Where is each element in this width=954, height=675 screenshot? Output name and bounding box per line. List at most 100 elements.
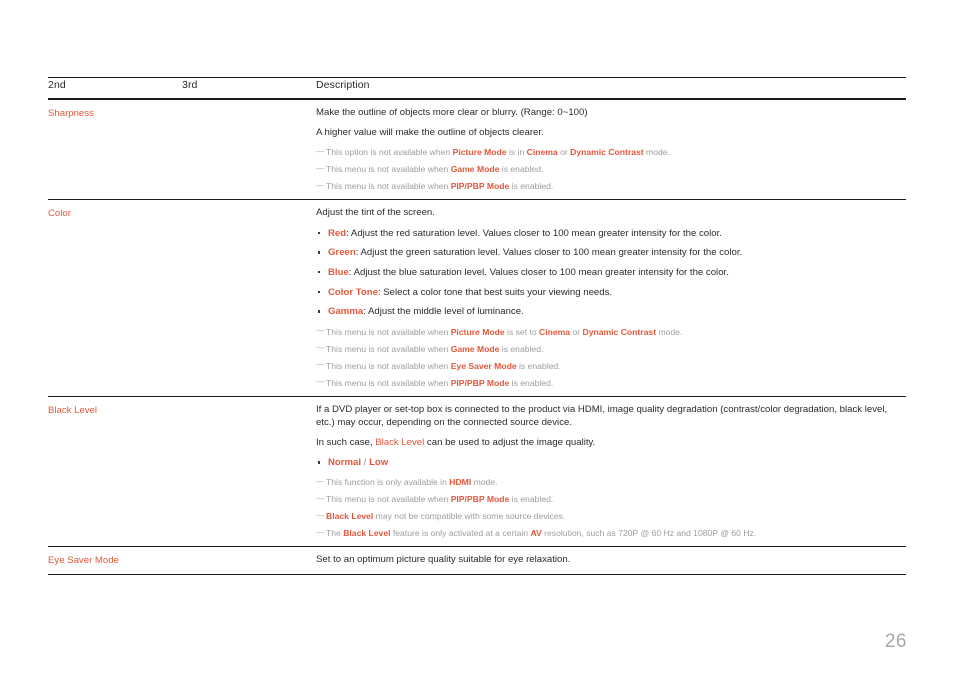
- note-item: ― This menu is not available when Picture…: [316, 325, 904, 338]
- column-header-description: Description: [316, 79, 370, 91]
- text-run: This menu is not available when: [326, 343, 451, 354]
- note-item: ― Black Level may not be compatible with …: [316, 510, 904, 522]
- column-header-3rd: 3rd: [182, 79, 198, 91]
- table-body: Sharpness Make the outline of objects mor…: [48, 99, 906, 576]
- text-run: is in: [506, 147, 527, 158]
- highlighted-term: Blue: [328, 267, 349, 279]
- text-run: : Adjust the middle level of luminance.: [363, 306, 524, 318]
- note-dash-icon: ―: [316, 526, 325, 537]
- note-dash-icon: ―: [316, 145, 325, 156]
- highlighted-term: Dynamic Contrast: [582, 326, 657, 337]
- highlighted-term: Game Mode: [450, 343, 500, 354]
- note-item: ― This function is only available in HDMI…: [316, 476, 904, 488]
- description-note-list: ― This menu is not available when Picture…: [316, 325, 904, 389]
- description-note-list: ― This option is not available when Pictu…: [316, 146, 904, 192]
- description-paragraph: If a DVD player or set-top box is connec…: [316, 403, 888, 428]
- highlighted-term: Green: [328, 247, 356, 259]
- text-run: is enabled.: [509, 494, 554, 505]
- list-item: Normal / Low: [316, 456, 904, 469]
- description-paragraph: Make the outline of objects more clear o…: [316, 107, 588, 118]
- description-bullet-list: Normal / Low: [316, 456, 904, 469]
- table-row: Black Level If a DVD player or set-top bo…: [48, 395, 906, 547]
- list-item: Blue: Adjust the blue saturation level. …: [316, 266, 904, 279]
- text-run: mode.: [471, 477, 498, 488]
- text-run: or: [570, 326, 583, 337]
- note-dash-icon: ―: [316, 325, 325, 336]
- description-paragraph: A higher value will make the outline of …: [316, 127, 544, 139]
- note-dash-icon: ―: [316, 342, 325, 353]
- highlighted-term: Gamma: [328, 306, 364, 318]
- text-run: This menu is not available when: [326, 360, 451, 371]
- highlighted-term: Cinema: [539, 326, 571, 337]
- text-run: is enabled.: [509, 377, 554, 388]
- note-item: ― This menu is not available when Game Mo…: [316, 163, 904, 175]
- text-run: This function is only available in: [326, 477, 450, 488]
- text-run: is enabled.: [516, 360, 561, 371]
- text-run: mode.: [656, 326, 683, 337]
- highlighted-term: Color Tone: [328, 286, 378, 298]
- description-paragraph: Set to an optimum picture quality suitab…: [316, 554, 571, 566]
- note-dash-icon: ―: [316, 475, 325, 486]
- page-number: 26: [884, 631, 907, 652]
- description-bullet-list: Red: Adjust the red saturation level. Va…: [316, 227, 904, 319]
- note-item: ― This menu is not available when PIP/PBP…: [316, 376, 904, 389]
- text-run: is enabled.: [499, 164, 544, 175]
- description-paragraph: Adjust the tint of the screen.: [316, 207, 435, 219]
- highlighted-term: Cinema: [526, 147, 558, 158]
- text-run: This menu is not available when: [326, 326, 451, 337]
- text-run: The: [326, 528, 344, 539]
- text-run: mode.: [643, 147, 670, 158]
- table-row: Color Adjust the tint of the screen. Red: …: [48, 199, 906, 395]
- highlighted-term: Eye Saver Mode: [450, 360, 517, 371]
- text-run: feature is only activated at a certain: [390, 528, 531, 539]
- table-header-row: 2nd 3rd Description: [48, 77, 906, 99]
- row-label: Sharpness: [48, 108, 94, 119]
- text-run: This menu is not available when: [326, 181, 451, 192]
- text-run: : Adjust the green saturation level. Val…: [355, 247, 743, 259]
- table-bottom-rule: [48, 574, 906, 576]
- highlighted-term: Picture Mode: [452, 147, 507, 158]
- table-row: Sharpness Make the outline of objects mor…: [48, 99, 906, 199]
- highlighted-term: Normal: [328, 457, 362, 469]
- highlighted-term: Black Level: [343, 528, 391, 539]
- description-paragraph: In such case, Black Level can be used to…: [316, 436, 904, 449]
- note-dash-icon: ―: [316, 359, 325, 370]
- text-run: This menu is not available when: [326, 494, 451, 505]
- text-run: is enabled.: [509, 181, 554, 192]
- list-item: Color Tone: Select a color tone that bes…: [316, 286, 904, 299]
- text-run: is enabled.: [499, 343, 544, 354]
- note-item: ― This option is not available when Pictu…: [316, 146, 904, 158]
- highlighted-term: PIP/PBP Mode: [450, 377, 510, 388]
- highlighted-term: PIP/PBP Mode: [450, 494, 510, 505]
- note-dash-icon: ―: [316, 162, 325, 173]
- note-dash-icon: ―: [316, 492, 325, 503]
- text-run: This option is not available when: [326, 147, 453, 158]
- highlighted-term: Game Mode: [450, 164, 500, 175]
- text-run: : Adjust the blue saturation level. Valu…: [348, 267, 729, 279]
- text-run: or: [557, 147, 571, 158]
- document-page: 2nd 3rd Description Sharpness Make the ou…: [0, 0, 954, 675]
- highlighted-term: HDMI: [449, 477, 472, 488]
- table-row: Eye Saver Mode Set to an optimum picture …: [48, 546, 906, 574]
- row-label: Eye Saver Mode: [48, 555, 119, 567]
- list-item: Green: Adjust the green saturation level…: [316, 246, 904, 259]
- row-label: Black Level: [48, 404, 98, 416]
- note-dash-icon: ―: [316, 179, 325, 190]
- highlighted-term: Low: [369, 457, 389, 469]
- note-item: ― This menu is not available when Game Mo…: [316, 342, 904, 355]
- highlighted-term: AV: [530, 528, 542, 539]
- list-item: Gamma: Adjust the middle level of lumina…: [316, 305, 904, 318]
- highlighted-term: Picture Mode: [450, 326, 505, 337]
- highlighted-term: Dynamic Contrast: [570, 147, 644, 158]
- text-run: resolution, such as 720P @ 60 Hz and 108…: [541, 528, 757, 539]
- text-run: : Select a color tone that best suits yo…: [377, 286, 613, 298]
- note-dash-icon: ―: [316, 376, 325, 387]
- text-run: This menu is not available when: [326, 164, 451, 175]
- list-item: Red: Adjust the red saturation level. Va…: [316, 227, 904, 240]
- highlighted-term: Black Level: [375, 437, 425, 449]
- note-item: ― This menu is not available when PIP/PBP…: [316, 180, 904, 192]
- text-run: may not be compatible with some source d…: [373, 511, 566, 522]
- note-item: ― This menu is not available when Eye Sav…: [316, 359, 904, 372]
- text-run: is set to: [504, 326, 540, 337]
- text-run: can be used to adjust the image quality.: [424, 437, 596, 449]
